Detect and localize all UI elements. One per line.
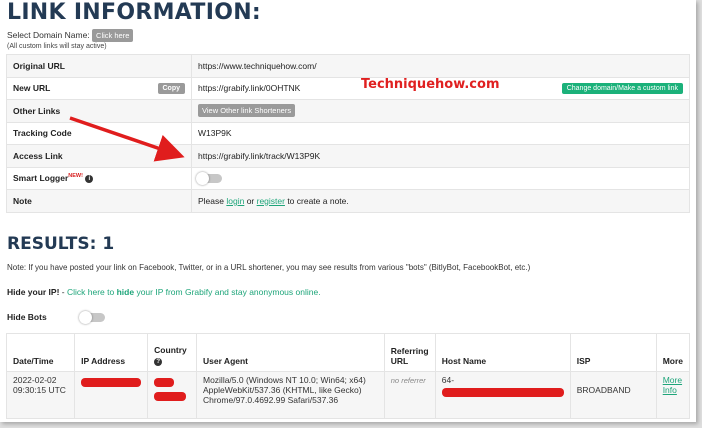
- cell-country: [147, 371, 197, 419]
- cell-referrer: no referrer: [383, 371, 436, 419]
- toggle-knob: [79, 310, 93, 324]
- col-referring: Referring URL: [383, 333, 436, 372]
- hide-ip-sep: -: [59, 287, 67, 297]
- cell-ip: [74, 371, 149, 419]
- results-heading: RESULTS: 1: [7, 234, 115, 254]
- hide-bots-label: Hide Bots: [7, 312, 47, 322]
- bots-note: Note: If you have posted your link on Fa…: [7, 263, 531, 272]
- isp-value: BROADBAND: [576, 385, 631, 395]
- country-help-icon[interactable]: ?: [154, 358, 163, 366]
- col-datetime: Date/Time: [5, 333, 76, 372]
- hide-ip-label: Hide your IP!: [7, 287, 60, 297]
- hide-ip-bold: hide: [116, 287, 135, 297]
- col-user-agent: User Agent: [195, 333, 385, 372]
- col-more: More: [655, 333, 691, 372]
- referrer-value: no referrer: [390, 376, 426, 385]
- hide-ip-line: Hide your IP! - Click here to hide your …: [7, 287, 321, 297]
- hide-bots-row: Hide Bots: [7, 310, 106, 324]
- more-info-2: Info: [662, 385, 677, 395]
- cell-user-agent: Mozilla/5.0 (Windows NT 10.0; Win64; x64…: [195, 371, 385, 419]
- hide-ip-pre: Click here to: [67, 287, 117, 297]
- row-time: 09:30:15 UTC: [13, 385, 66, 395]
- hide-bots-toggle[interactable]: [79, 310, 106, 324]
- page: LINK INFORMATION: Select Domain Name: Cl…: [0, 0, 696, 422]
- referring-label-2: URL: [390, 356, 409, 366]
- hide-ip-post: your IP from Grabify and stay anonymous …: [134, 287, 321, 297]
- more-info-link[interactable]: More Info: [663, 375, 682, 395]
- table-row: 2022-02-02 09:30:15 UTC Mozilla/5.0 (Win…: [5, 371, 691, 419]
- ua-line-2: AppleWebKit/537.36 (KHTML, like Gecko): [202, 385, 362, 395]
- cell-datetime: 2022-02-02 09:30:15 UTC: [5, 371, 76, 419]
- redacted-host: [441, 388, 564, 397]
- ua-line-3: Chrome/97.0.4692.99 Safari/537.36: [202, 395, 339, 405]
- more-info-1: More: [662, 375, 683, 385]
- results-table: Date/Time IP Address Country ? User Agen…: [5, 333, 691, 419]
- col-ip: IP Address: [74, 333, 149, 372]
- host-prefix: 64-: [441, 375, 455, 385]
- ua-line-1: Mozilla/5.0 (Windows NT 10.0; Win64; x64…: [202, 375, 366, 385]
- row-date: 2022-02-02: [13, 375, 57, 385]
- redacted-country-1: [154, 378, 175, 387]
- cell-isp: BROADBAND: [569, 371, 657, 419]
- cell-host: 64-: [434, 371, 571, 419]
- redacted-ip: [81, 378, 142, 387]
- redacted-country-2: [154, 392, 187, 401]
- referring-label-1: Referring: [390, 346, 429, 356]
- country-label: Country: [154, 345, 187, 355]
- cell-more: More Info: [655, 371, 691, 419]
- col-isp: ISP: [569, 333, 657, 372]
- results-header-row: Date/Time IP Address Country ? User Agen…: [5, 333, 691, 372]
- col-country: Country ?: [147, 333, 197, 372]
- hide-ip-link[interactable]: Click here to hide your IP from Grabify …: [67, 287, 321, 297]
- col-host: Host Name: [434, 333, 571, 372]
